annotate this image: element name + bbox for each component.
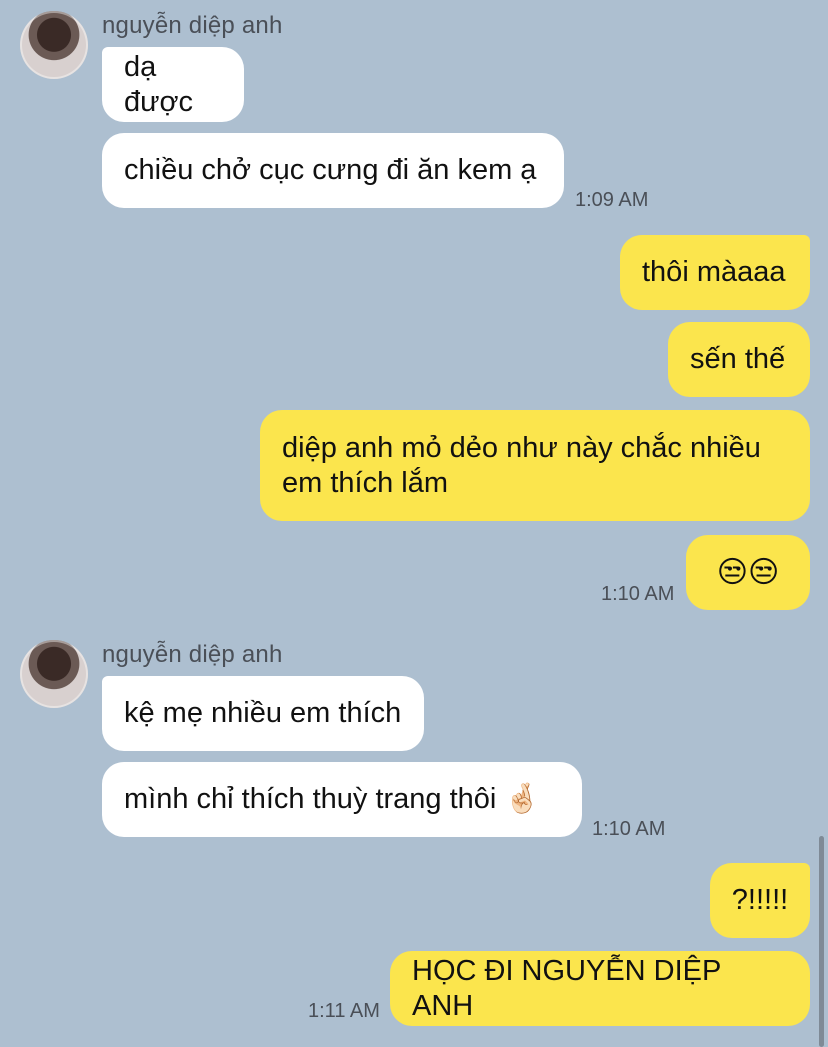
message-bubble[interactable]: dạ được [102,47,244,122]
message-text: kệ mẹ nhiều em thích [124,697,402,729]
message-bubble[interactable]: diệp anh mỏ dẻo như này chắc nhiều em th… [260,410,810,521]
contact-avatar[interactable] [20,640,88,708]
message-text: diệp anh mỏ dẻo như này chắc nhiều em th… [282,431,761,499]
scrollbar[interactable] [819,836,824,1047]
message-bubble[interactable]: HỌC ĐI NGUYỄN DIỆP ANH [390,951,810,1026]
message-timestamp: 1:09 AM [575,189,649,211]
unamused-face-emoji: 😒😒 [716,555,780,590]
message-text: thôi màaaa [642,256,786,288]
message-bubble[interactable]: mình chỉ thích thuỳ trang thôi 🤞🏻 [102,762,582,837]
message-bubble[interactable]: ?!!!!! [710,863,810,938]
message-bubble[interactable]: 😒😒 [686,535,810,610]
message-timestamp: 1:10 AM [601,583,675,605]
message-bubble[interactable]: kệ mẹ nhiều em thích [102,676,424,751]
message-text: chiều chở cục cưng đi ăn kem ạ [124,154,537,186]
message-text: sến thế [690,343,786,375]
message-bubble[interactable]: sến thế [668,322,810,397]
message-text: dạ được [124,50,194,118]
message-text: mình chỉ thích thuỳ trang thôi 🤞🏻 [124,783,541,815]
message-text: ?!!!!! [731,884,789,916]
message-bubble[interactable]: chiều chở cục cưng đi ăn kem ạ [102,133,564,208]
message-timestamp: 1:11 AM [308,1000,380,1022]
sender-name: nguyễn diệp anh [102,641,283,668]
message-text: HỌC ĐI NGUYỄN DIỆP ANH [412,954,721,1022]
message-bubble[interactable]: thôi màaaa [620,235,810,310]
message-timestamp: 1:10 AM [592,818,666,840]
contact-avatar[interactable] [20,11,88,79]
sender-name: nguyễn diệp anh [102,12,283,39]
